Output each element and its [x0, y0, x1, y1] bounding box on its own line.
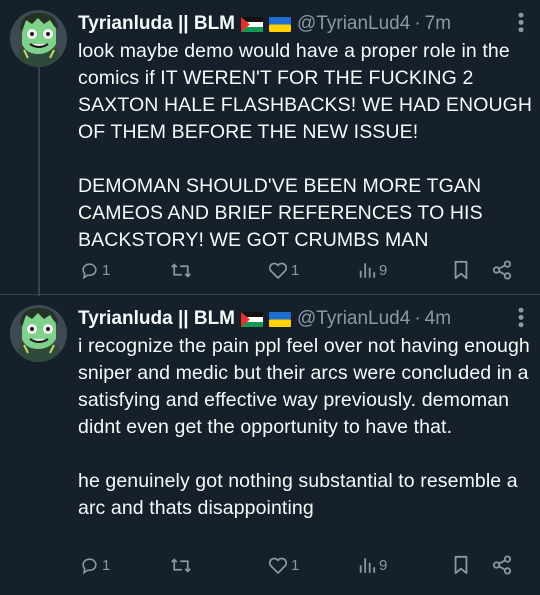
- like-count: 1: [291, 556, 300, 574]
- reply-button[interactable]: 1: [80, 553, 110, 577]
- heart-icon: [268, 262, 288, 279]
- avatar-illustration: [10, 10, 67, 67]
- tweet-text: look maybe demo would have a proper role…: [78, 40, 533, 251]
- share-button[interactable]: [492, 258, 512, 282]
- thread-connector-line: [38, 66, 40, 296]
- timestamp[interactable]: 4m: [425, 308, 451, 330]
- ukraine-flag-icon: [269, 16, 292, 32]
- reply-count: 1: [102, 556, 111, 574]
- share-icon: [492, 555, 512, 575]
- avatar[interactable]: [10, 305, 67, 362]
- reply-icon: [82, 262, 97, 279]
- avatar[interactable]: [10, 10, 67, 67]
- tweet[interactable]: Tyrianluda || BLM @TyrianLud4 · 4m ••• i…: [0, 295, 540, 595]
- view-count: 9: [379, 261, 388, 279]
- heart-icon: [268, 557, 288, 574]
- views-chart-icon: [359, 557, 376, 573]
- retweet-button[interactable]: [170, 553, 195, 577]
- action-bar: 1 1 9: [78, 553, 526, 577]
- ukraine-flag-icon: [269, 311, 292, 327]
- tweet-header: Tyrianluda || BLM @TyrianLud4 · 7m •••: [78, 10, 531, 38]
- reply-button[interactable]: 1: [80, 258, 110, 282]
- palestine-flag-icon: [241, 16, 264, 32]
- author-name[interactable]: Tyrianluda || BLM: [78, 13, 235, 35]
- share-button[interactable]: [492, 553, 512, 577]
- author-handle[interactable]: @TyrianLud4: [297, 308, 410, 330]
- tweet[interactable]: Tyrianluda || BLM @TyrianLud4 · 7m ••• l…: [0, 0, 540, 296]
- share-icon: [492, 260, 512, 280]
- views-chart-icon: [359, 262, 376, 278]
- action-bar: 1 1 9: [78, 258, 526, 282]
- bookmark-icon: [454, 260, 468, 280]
- author-handle[interactable]: @TyrianLud4: [297, 13, 410, 35]
- flag-emojis: [241, 311, 292, 327]
- bookmark-button[interactable]: [452, 258, 470, 282]
- retweet-icon: [171, 557, 191, 573]
- author-name[interactable]: Tyrianluda || BLM: [78, 308, 235, 330]
- views-button[interactable]: 9: [358, 258, 387, 282]
- bookmark-icon: [454, 555, 468, 575]
- like-button[interactable]: 1: [268, 258, 299, 282]
- separator-dot: ·: [414, 308, 421, 329]
- palestine-flag-icon: [241, 311, 264, 327]
- timestamp[interactable]: 7m: [425, 13, 451, 35]
- view-count: 9: [379, 556, 388, 574]
- separator-dot: ·: [414, 13, 421, 34]
- tweet-header: Tyrianluda || BLM @TyrianLud4 · 4m •••: [78, 305, 531, 333]
- more-options-icon[interactable]: •••: [511, 307, 531, 329]
- retweet-icon: [171, 262, 191, 278]
- tweet-text: i recognize the pain ppl feel over not h…: [78, 335, 530, 519]
- flag-emojis: [241, 16, 292, 32]
- bookmark-button[interactable]: [452, 553, 470, 577]
- like-button[interactable]: 1: [268, 553, 299, 577]
- avatar-illustration: [10, 305, 67, 362]
- retweet-button[interactable]: [170, 258, 195, 282]
- reply-count: 1: [102, 261, 111, 279]
- like-count: 1: [291, 261, 300, 279]
- more-options-icon[interactable]: •••: [511, 12, 531, 34]
- views-button[interactable]: 9: [358, 553, 387, 577]
- reply-icon: [82, 557, 97, 574]
